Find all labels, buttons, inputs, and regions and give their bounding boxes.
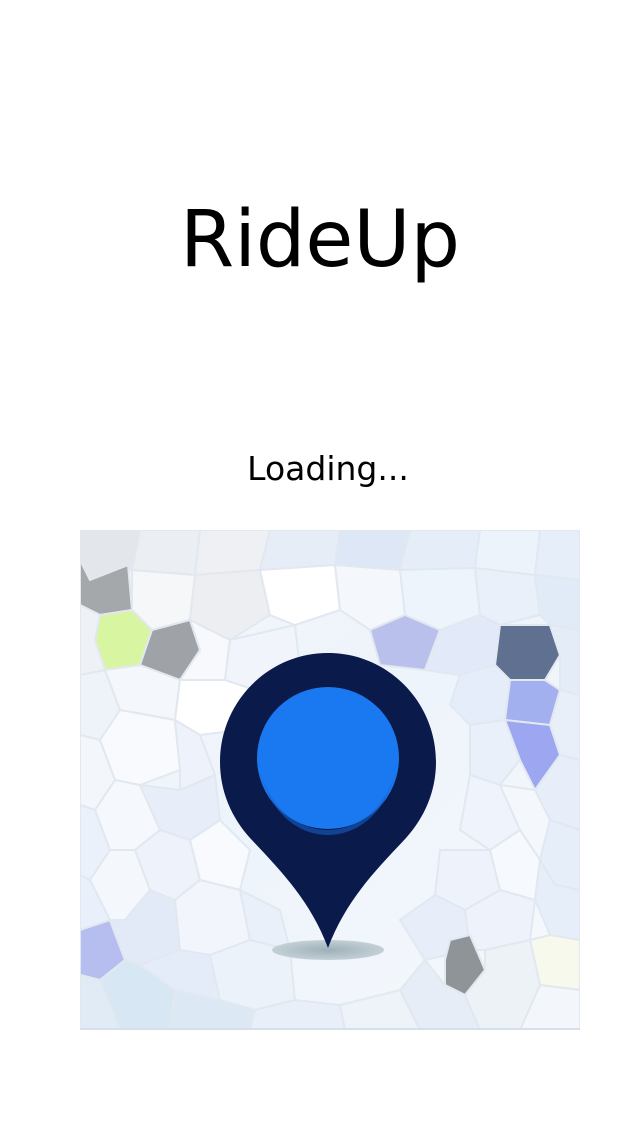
splash-image [80,530,580,1030]
loading-indicator-text: Loading... [247,449,409,488]
app-title: RideUp [180,195,460,285]
splash-screen: RideUp Loading... [0,0,640,1136]
mosaic-background [80,530,580,1028]
